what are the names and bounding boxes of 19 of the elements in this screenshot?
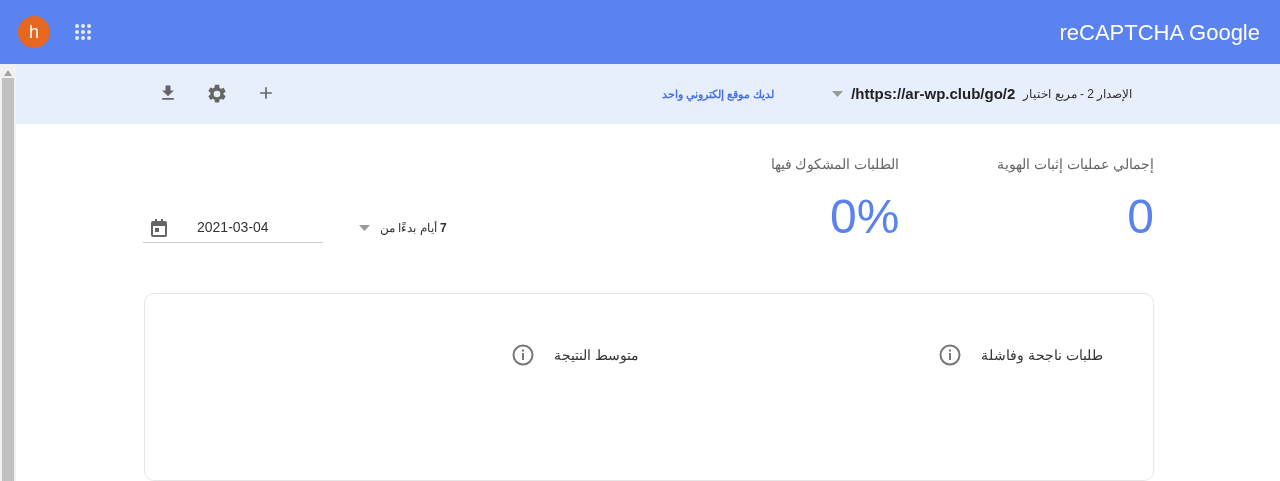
sites-link[interactable]: لديك موقع إلكتروني واحد xyxy=(662,85,775,103)
info-icon[interactable] xyxy=(939,344,962,367)
dropdown-arrow-icon[interactable] xyxy=(832,91,844,98)
panel-title: متوسط النتيجة xyxy=(554,345,640,366)
stat-value: 0% xyxy=(829,193,900,242)
date-field[interactable]: 2021-03-04 xyxy=(143,213,323,244)
app-title: reCAPTCHA Google xyxy=(1059,18,1260,47)
apps-grid-icon[interactable] xyxy=(74,23,92,41)
scrollbar-thumb[interactable] xyxy=(2,78,14,481)
site-type: الإصدار 2 - مربع اختيار xyxy=(1023,86,1133,104)
dropdown-arrow-icon[interactable] xyxy=(359,225,370,232)
calendar-icon[interactable] xyxy=(151,218,167,237)
site-url[interactable]: /https://ar-wp.club/go/2 xyxy=(851,82,1016,106)
info-icon[interactable] xyxy=(512,344,535,367)
scroll-up-icon[interactable] xyxy=(4,70,12,76)
stat-label: إجمالي عمليات إثبات الهوية xyxy=(997,155,1154,175)
stat-value: 0 xyxy=(1127,193,1154,242)
panel-title: طلبات ناجحة وفاشلة xyxy=(981,345,1103,366)
stat-label: الطلبات المشكوك فيها xyxy=(770,155,900,175)
